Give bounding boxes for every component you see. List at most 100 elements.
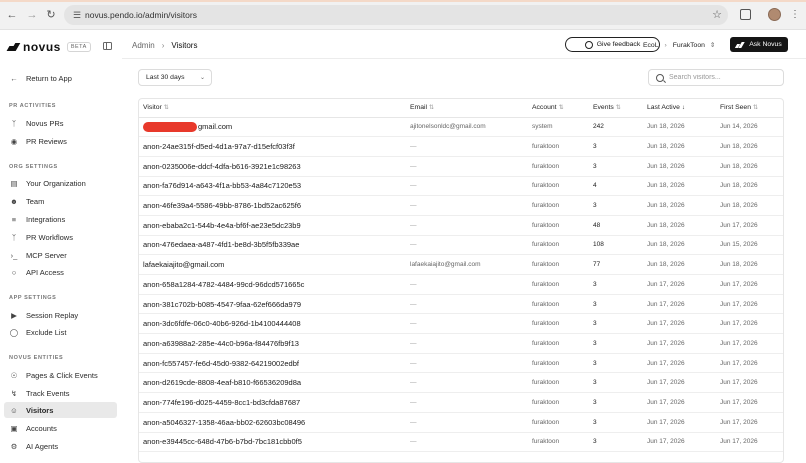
events-cell: 3 [589,156,643,177]
events-cell: 3 [589,333,643,354]
visitor-cell[interactable]: anon-d2619cde-8808-4eaf-b810-f66536209d8… [139,372,406,394]
first-seen-cell: Jun 17, 2026 [716,372,783,394]
sidebar-item-track-events[interactable]: ↯ Track Events [4,385,117,401]
sidebar-item-pr-reviews[interactable]: ◉ PR Reviews [4,133,117,149]
last-active-cell-text: Jun 18, 2026 [647,182,685,190]
visitor-cell[interactable]: anon-774fe196-d025-4459-8cc1-bd3cfda8768… [139,392,406,413]
table-row[interactable]: anon-658a1284-4782-4484-99cd-96dcd571665… [139,274,783,295]
return-to-app-link[interactable]: ← Return to App [4,70,117,86]
visitor-cell-text: anon-774fe196-d025-4459-8cc1-bd3cfda8768… [143,397,301,407]
visitor-cell[interactable]: anon-fa76d914-a643-4f1a-bb53-4a84c7120e5… [139,176,406,197]
email-cell-text: — [410,359,417,367]
sidebar-item-pages-click-events[interactable]: ☉ Pages & Click Events [4,367,117,383]
visitor-cell[interactable]: anon-fc557457-fe6d-45d0-9382-64219002edb… [139,353,406,374]
table-row[interactable]: anon-a5046327-1358-46aa-bb02-62603bc0849… [139,412,783,433]
bookmark-star-icon[interactable]: ☆ [712,8,722,22]
sidebar-item-team[interactable]: ☻ Team [4,193,117,209]
sidebar-item-ai-agents[interactable]: ⚙ AI Agents [4,438,117,454]
sidebar-item-pr-workflows[interactable]: ᛉ PR Workflows [4,229,117,245]
table-row[interactable]: anon-774fe196-d025-4459-8cc1-bd3cfda8768… [139,392,783,413]
sidebar-item-your-organization[interactable]: ▤ Your Organization [4,175,117,191]
profile-avatar[interactable] [768,8,781,21]
column-header-email[interactable]: Email ⇅ [406,99,528,118]
email-cell-text: — [410,379,417,387]
back-arrow-icon[interactable]: ← [5,8,19,22]
column-header-account[interactable]: Account ⇅ [528,99,589,118]
visitor-cell[interactable]: gmail.com [139,117,406,138]
visitor-cell-text: anon-a5046327-1358-46aa-bb02-62603bc0849… [143,417,306,427]
extensions-icon[interactable] [740,9,751,20]
breadcrumb-admin[interactable]: Admin [132,41,155,50]
column-header-last-active[interactable]: Last Active ↓ [643,99,716,118]
last-active-cell: Jun 18, 2026 [643,156,716,177]
table-row[interactable]: anon-46fe39a4-5586-49bb-8786-1bd52ac625f… [139,195,783,216]
table-row[interactable]: anon-476edaea-a487-4fd1-be8d-3b5f5fb339a… [139,235,783,256]
table-row[interactable]: anon-0235006e-ddcf-4dfa-b616-3921e1c9826… [139,156,783,177]
search-visitors-box[interactable] [648,69,784,86]
org-switcher[interactable]: EcoL › FurakToon ⇕ [643,41,716,50]
visitor-cell[interactable]: anon-a5046327-1358-46aa-bb02-62603bc0849… [139,412,406,433]
browser-menu-icon[interactable]: ⋮ [790,8,800,21]
sidebar-item-label: AI Agents [26,441,59,451]
visitor-cell[interactable]: anon-3dc6fdfe-06c0-40b6-926d-1b410044440… [139,313,406,335]
table-row[interactable]: anon-d2619cde-8808-4eaf-b810-f66536209d8… [139,372,783,394]
table-row[interactable]: gmail.com ajitonelsonldc@gmail.com system 2… [139,117,783,138]
visitor-cell[interactable]: lafaekaiajito@gmail.com [139,254,406,275]
visitor-cell[interactable]: anon-ebaba2c1-544b-4e4a-bf6f-ae23e5dc23b… [139,215,406,236]
address-bar[interactable]: ☰ novus.pendo.io/admin/visitors ☆ [64,5,728,25]
visitor-cell[interactable]: anon-e39445cc-648d-47b6-b7bd-7bc181cbb0f… [139,432,406,453]
account-cell: system [528,117,589,138]
novus-logo[interactable]: novus BETA [8,40,91,54]
last-active-cell: Jun 18, 2026 [643,235,716,256]
table-row[interactable]: anon-fa76d914-a643-4f1a-bb53-4a84c7120e5… [139,176,783,197]
first-seen-cell: Jun 17, 2026 [716,432,783,453]
forward-arrow-icon[interactable]: → [25,8,39,22]
sidebar-item-label: Exclude List [26,327,67,337]
sidebar-collapse-icon[interactable] [103,42,112,50]
column-header-events[interactable]: Events ⇅ [589,99,643,118]
sidebar-item-mcp-server[interactable]: ›_ MCP Server [4,247,117,263]
sidebar-item-visitors[interactable]: ☺ Visitors [4,402,117,418]
table-row[interactable]: anon-ebaba2c1-544b-4e4a-bf6f-ae23e5dc23b… [139,215,783,236]
visitor-cell[interactable]: anon-0235006e-ddcf-4dfa-b616-3921e1c9826… [139,156,406,177]
sidebar-item-novus-prs[interactable]: ᛉ Novus PRs [4,115,117,131]
site-settings-icon[interactable]: ☰ [70,8,84,22]
visitor-cell[interactable]: anon-658a1284-4782-4484-99cd-96dcd571665… [139,274,406,295]
table-row[interactable]: anon-fc557457-fe6d-45d0-9382-64219002edb… [139,353,783,374]
visitor-cell[interactable]: anon-a63988a2-285e-44c0-b96a-f84476fb9f1… [139,333,406,354]
last-active-cell-text: Jun 18, 2026 [647,143,685,151]
events-cell-text: 3 [593,359,597,367]
visitor-cell[interactable]: anon-46fe39a4-5586-49bb-8786-1bd52ac625f… [139,195,406,216]
visitor-cell[interactable]: anon-381c702b-b085-4547-9faa-62ef666da97… [139,294,406,315]
column-header-visitor[interactable]: Visitor ⇅ [139,99,406,118]
reload-icon[interactable]: ↻ [44,8,58,22]
column-header-first-seen[interactable]: First Seen ⇅ [716,99,783,118]
table-row[interactable]: anon-a63988a2-285e-44c0-b96a-f84476fb9f1… [139,333,783,354]
table-row[interactable]: anon-e39445cc-648d-47b6-b7bd-7bc181cbb0f… [139,432,783,453]
chevron-updown-icon: ⇕ [709,42,716,49]
sort-icon: ⇅ [163,105,169,112]
ask-novus-button[interactable]: Ask Novus [730,37,788,52]
table-row[interactable]: anon-381c702b-b085-4547-9faa-62ef666da97… [139,294,783,315]
sidebar-item-exclude-list[interactable]: ◯ Exclude List [4,324,117,340]
user-icon: ☺ [10,405,18,415]
table-row[interactable]: anon-24ae315f-d5ed-4d1a-97a7-d15efcf03f3… [139,136,783,157]
sidebar-item-accounts[interactable]: ▣ Accounts [4,420,117,436]
events-cell: 3 [589,412,643,433]
table-header-row: Visitor ⇅ Email ⇅ Account ⇅ Events ⇅ Last Ac… [139,99,783,118]
email-cell-text: — [410,280,417,288]
visitor-cell[interactable]: anon-24ae315f-d5ed-4d1a-97a7-d15efcf03f3… [139,136,406,157]
table-row[interactable]: lafaekaiajito@gmail.com lafaekaiajito@gma… [139,254,783,275]
table-row[interactable]: anon-3dc6fdfe-06c0-40b6-926d-1b410044440… [139,313,783,335]
sidebar-item-integrations[interactable]: ≡ Integrations [4,211,117,227]
sidebar-item-session-replay[interactable]: ▶ Session Replay [4,307,117,323]
visitor-cell[interactable]: anon-476edaea-a487-4fd1-be8d-3b5f5fb339a… [139,235,406,256]
org-short: EcoL [643,41,659,49]
url-text: novus.pendo.io/admin/visitors [85,10,197,20]
search-input[interactable] [669,74,779,81]
sidebar-item-api-access[interactable]: ○ API Access [4,264,117,280]
events-cell-text: 3 [593,320,597,328]
account-cell-text: furaktoon [532,182,560,190]
date-range-select[interactable]: Last 30 days ⌄ [138,69,212,86]
chevron-right-icon: › [664,41,667,49]
